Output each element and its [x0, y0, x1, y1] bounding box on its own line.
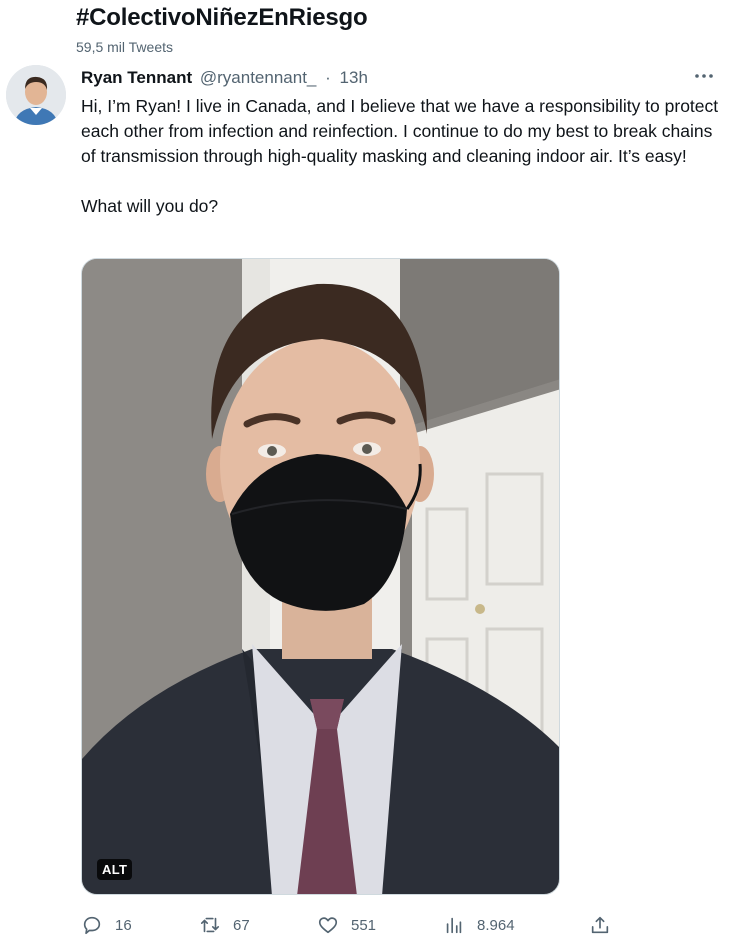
alt-text-badge[interactable]: ALT	[97, 859, 133, 880]
reply-count: 16	[115, 916, 132, 934]
tweet-text: Hi, I’m Ryan! I live in Canada, and I be…	[81, 94, 721, 219]
author-handle[interactable]: @ryantennant_	[200, 68, 317, 87]
tweet-media-photo[interactable]: ALT	[81, 258, 560, 895]
reply-button[interactable]: 16	[81, 910, 132, 940]
separator-dot: ·	[325, 68, 331, 87]
share-upload-icon	[591, 916, 609, 934]
more-dots-icon	[695, 74, 713, 78]
retweet-arrows-icon	[200, 917, 220, 933]
views-count: 8.964	[477, 916, 515, 934]
tweet-header: Ryan Tennant @ryantennant_ · 13h	[81, 68, 368, 88]
tweet-count: 59,5 mil Tweets	[76, 39, 174, 55]
tweet-actions-bar: 16 67 551 8.964	[81, 910, 621, 940]
share-button[interactable]	[589, 910, 611, 940]
avatar-photo	[6, 65, 66, 125]
like-count: 551	[351, 916, 377, 934]
bar-chart-icon	[446, 917, 462, 934]
more-options-button[interactable]	[692, 64, 716, 88]
retweet-button[interactable]: 67	[199, 910, 250, 940]
tweet-paragraph: Hi, I’m Ryan! I live in Canada, and I be…	[81, 96, 719, 166]
tweet-paragraph: What will you do?	[81, 196, 219, 216]
like-button[interactable]: 551	[317, 910, 376, 940]
hashtag-title[interactable]: #ColectivoNiñezEnRiesgo	[76, 4, 368, 32]
reply-bubble-icon	[83, 916, 101, 935]
retweet-count: 67	[233, 916, 250, 934]
author-avatar[interactable]	[6, 65, 66, 125]
tweet-time[interactable]: 13h	[340, 68, 368, 87]
heart-icon	[318, 917, 338, 934]
author-name[interactable]: Ryan Tennant	[81, 68, 192, 87]
views-button[interactable]: 8.964	[443, 910, 515, 940]
photo-man-wearing-mask	[82, 259, 559, 894]
